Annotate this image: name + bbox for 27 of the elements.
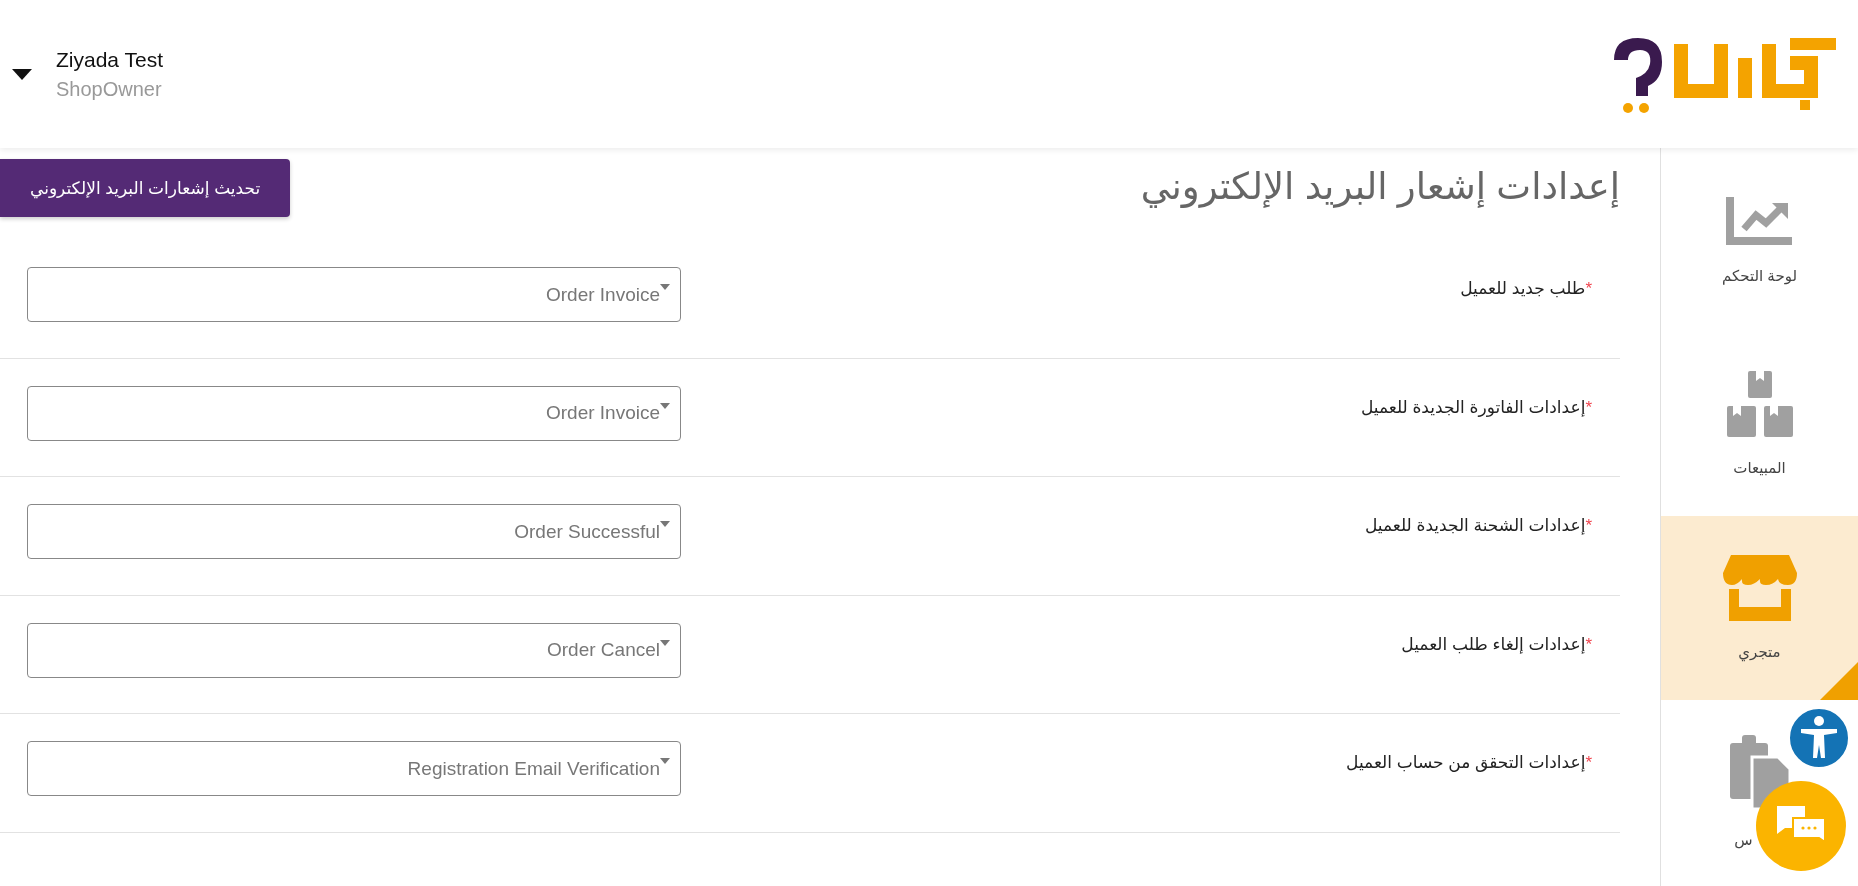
user-role: ShopOwner — [56, 77, 163, 101]
user-name: Ziyada Test — [56, 47, 163, 72]
boxes-icon — [1726, 371, 1793, 437]
sidebar-item[interactable]: متجري — [1661, 516, 1858, 700]
accessibility-icon — [1799, 716, 1839, 760]
caret-icon — [660, 284, 670, 291]
field-label: * إعدادات الفاتورة الجديدة للعميل — [1360, 396, 1592, 418]
select-field[interactable]: Order Invoice — [27, 267, 681, 323]
select-field[interactable]: Order Invoice — [27, 385, 681, 441]
caret-icon — [660, 521, 670, 528]
sidebar-item[interactable]: لوحة التحكم — [1661, 148, 1858, 332]
sidebar-item[interactable]: المبيعات — [1661, 332, 1858, 516]
select-field[interactable]: Order Cancel — [27, 622, 681, 678]
page-title: إعدادات إشعار البريد الإلكتروني — [1140, 165, 1620, 208]
caret-icon — [660, 758, 670, 765]
caret-icon — [660, 639, 670, 646]
select-field[interactable]: Registration Email Verification — [27, 741, 681, 797]
store-icon — [1722, 555, 1797, 621]
field-label: * إعدادات إلغاء طلب العميل — [1401, 633, 1592, 655]
field-label: * إعدادات التحقق من حساب العميل — [1346, 752, 1592, 773]
select-field[interactable]: Order Successful — [27, 504, 681, 560]
dropdown-caret-icon[interactable] — [12, 68, 32, 80]
field-label: * إعدادات الشحنة الجديدة للعميل — [1364, 515, 1592, 536]
field-label: * طلب جديد للعميل — [1460, 278, 1592, 299]
trend-chart-icon — [1725, 195, 1794, 245]
update-notifications-button[interactable]: تحديث إشعارات البريد الإلكتروني — [0, 159, 291, 217]
caret-icon — [660, 402, 670, 409]
